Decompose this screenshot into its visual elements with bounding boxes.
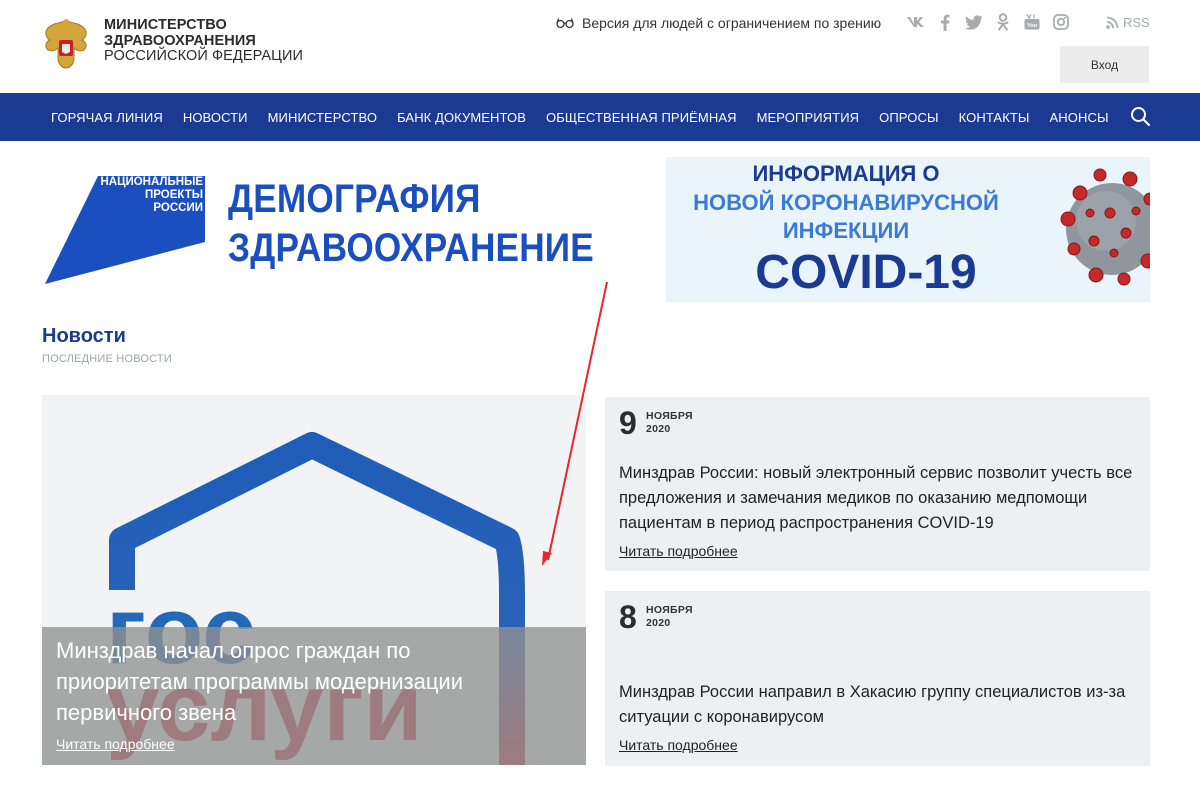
featured-news-read-more[interactable]: Читать подробнее [56, 736, 175, 752]
twitter-icon[interactable] [964, 12, 983, 32]
instagram-icon[interactable] [1051, 12, 1070, 32]
accessibility-version-label: Версия для людей с ограничением по зрени… [582, 15, 882, 31]
news-read-more[interactable]: Читать подробнее [619, 543, 738, 559]
demography-label: ДЕМОГРАФИЯ [228, 177, 481, 221]
accessibility-version-link[interactable]: Версия для людей с ограничением по зрени… [556, 14, 881, 32]
nav-item-announcements[interactable]: АНОНСЫ [1050, 110, 1109, 125]
featured-news[interactable]: гос услуги Минздрав начал опрос граждан … [42, 395, 586, 765]
news-day: 9 [619, 405, 637, 441]
news-day: 8 [619, 599, 637, 635]
virus-image [1060, 168, 1150, 286]
youtube-icon[interactable]: You [1022, 12, 1041, 32]
coat-of-arms-logo[interactable] [40, 16, 92, 70]
covid-info-banner[interactable]: ИНФОРМАЦИЯ О НОВОЙ КОРОНАВИРУСНОЙ ИНФЕКЦ… [666, 157, 1150, 302]
org-name-line2: ЗДРАВООХРАНЕНИЯ [104, 32, 256, 49]
nav-item-hotline[interactable]: ГОРЯЧАЯ ЛИНИЯ [51, 110, 163, 125]
rss-link[interactable]: RSS [1106, 15, 1150, 30]
site-header: МИНИСТЕРСТВО ЗДРАВООХРАНЕНИЯ РОССИЙСКОЙ … [0, 0, 1200, 93]
nav-items: ГОРЯЧАЯ ЛИНИЯ НОВОСТИ МИНИСТЕРСТВО БАНК … [51, 93, 1109, 141]
covid-line4: COVID-19 [755, 246, 977, 299]
news-text[interactable]: Минздрав России: новый электронный серви… [619, 461, 1139, 536]
np-line1: НАЦИОНАЛЬНЫЕ [100, 176, 203, 188]
nav-item-news[interactable]: НОВОСТИ [183, 110, 248, 125]
nav-item-public-reception[interactable]: ОБЩЕСТВЕННАЯ ПРИЁМНАЯ [546, 110, 737, 125]
news-text[interactable]: Минздрав России направил в Хакасию групп… [619, 680, 1139, 730]
news-card: 8 НОЯБРЯ 2020 Минздрав России направил в… [605, 591, 1150, 766]
news-section-subtitle: ПОСЛЕДНИЕ НОВОСТИ [42, 353, 172, 365]
main-navigation: ГОРЯЧАЯ ЛИНИЯ НОВОСТИ МИНИСТЕРСТВО БАНК … [0, 93, 1200, 141]
social-links: You [906, 12, 1070, 32]
news-section-title[interactable]: Новости [42, 325, 126, 348]
news-month: НОЯБРЯ [646, 604, 693, 616]
nav-item-contacts[interactable]: КОНТАКТЫ [959, 110, 1030, 125]
org-name-line1: МИНИСТЕРСТВО [104, 17, 227, 33]
healthcare-label: ЗДРАВООХРАНЕНИЕ [228, 226, 594, 270]
glasses-icon [556, 18, 574, 29]
news-year: 2020 [646, 617, 671, 629]
login-button[interactable]: Вход [1060, 46, 1149, 83]
svg-text:You: You [1027, 23, 1037, 29]
national-projects-text: НАЦИОНАЛЬНЫЕ ПРОЕКТЫ РОССИИ [95, 176, 203, 215]
facebook-icon[interactable] [935, 12, 954, 32]
covid-line3: ИНФЕКЦИИ [782, 218, 910, 243]
np-line3: РОССИИ [153, 202, 203, 214]
rss-label: RSS [1123, 15, 1150, 30]
nav-item-ministry[interactable]: МИНИСТЕРСТВО [268, 110, 377, 125]
rss-icon [1106, 16, 1119, 29]
nav-item-documents[interactable]: БАНК ДОКУМЕНТОВ [397, 110, 526, 125]
np-line2: ПРОЕКТЫ [145, 189, 203, 201]
covid-line2: НОВОЙ КОРОНАВИРУСНОЙ [693, 190, 999, 215]
org-name-line3: РОССИЙСКОЙ ФЕДЕРАЦИИ [104, 48, 304, 64]
nav-item-events[interactable]: МЕРОПРИЯТИЯ [757, 110, 860, 125]
covid-line1: ИНФОРМАЦИЯ О [752, 161, 940, 186]
search-icon[interactable] [1130, 106, 1150, 126]
news-month-year: НОЯБРЯ 2020 [646, 410, 693, 436]
featured-news-title[interactable]: Минздрав начал опрос граждан по приорите… [56, 635, 526, 728]
news-year: 2020 [646, 423, 671, 435]
organization-name[interactable]: МИНИСТЕРСТВО ЗДРАВООХРАНЕНИЯ РОССИЙСКОЙ … [104, 17, 304, 65]
featured-news-overlay: Минздрав начал опрос граждан по приорите… [42, 627, 586, 765]
vk-icon[interactable] [906, 12, 925, 32]
news-read-more[interactable]: Читать подробнее [619, 737, 738, 753]
odnoklassniki-icon[interactable] [993, 12, 1012, 32]
news-card: 9 НОЯБРЯ 2020 Минздрав России: новый эле… [605, 397, 1150, 571]
news-month-year: НОЯБРЯ 2020 [646, 604, 693, 630]
nav-item-surveys[interactable]: ОПРОСЫ [879, 110, 938, 125]
news-month: НОЯБРЯ [646, 410, 693, 422]
